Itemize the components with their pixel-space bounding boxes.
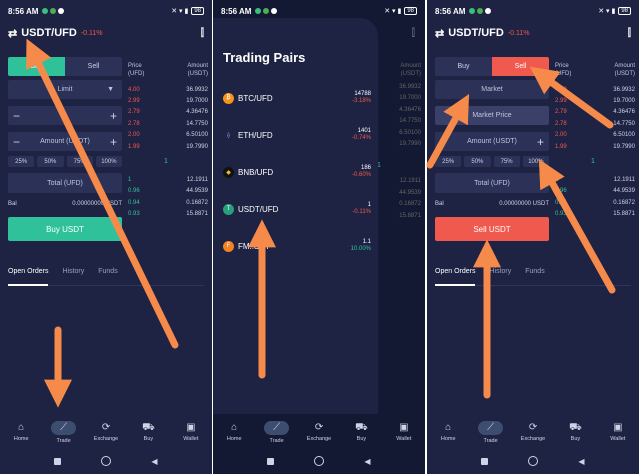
arrow-to-100-percent — [538, 158, 616, 294]
arrow-to-market — [426, 93, 470, 169]
annotation-arrows — [26, 38, 616, 408]
arrow-to-sell-tab — [529, 66, 614, 129]
arrow-to-pair-header — [26, 38, 179, 349]
